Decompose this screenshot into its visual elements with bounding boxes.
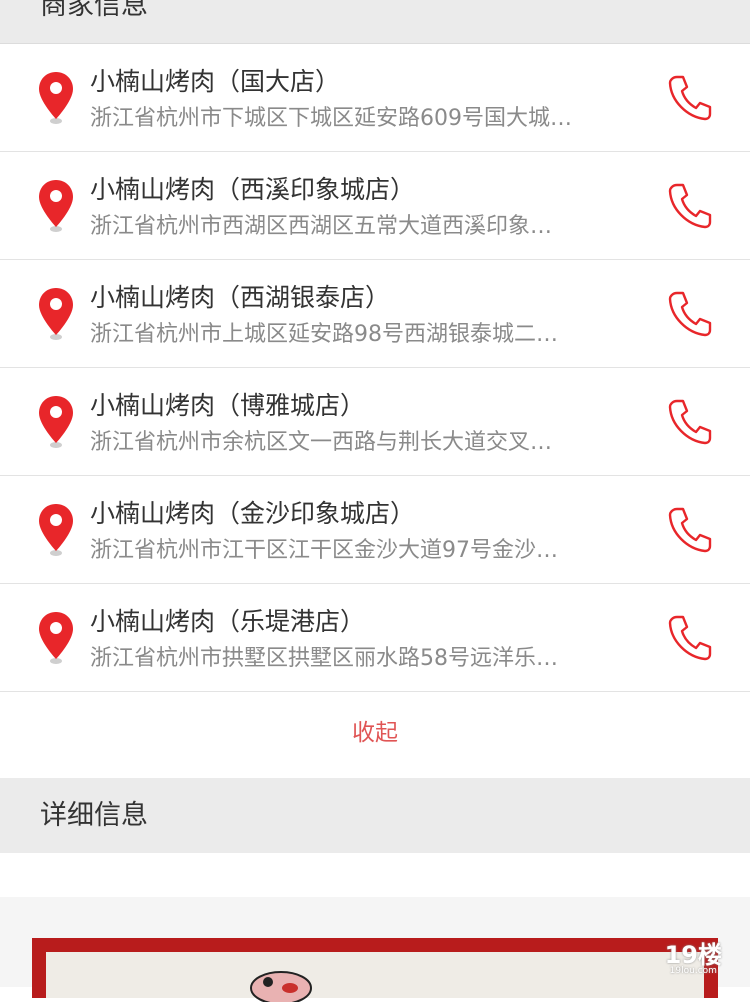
phone-icon[interactable] bbox=[668, 614, 712, 662]
phone-icon[interactable] bbox=[668, 290, 712, 338]
store-list: 小楠山烤肉（国大店） 浙江省杭州市下城区下城区延安路609号国大城… 小楠山烤肉… bbox=[0, 44, 750, 692]
store-row[interactable]: 小楠山烤肉（西湖银泰店） 浙江省杭州市上城区延安路98号西湖银泰城二… bbox=[0, 260, 750, 368]
site-watermark: 19楼 19lou.com bbox=[665, 935, 722, 976]
map-pin-icon bbox=[39, 396, 73, 448]
store-row[interactable]: 小楠山烤肉（西溪印象城店） 浙江省杭州市西湖区西湖区五常大道西溪印象… bbox=[0, 152, 750, 260]
store-name: 小楠山烤肉（金沙印象城店） bbox=[90, 499, 416, 528]
store-name: 小楠山烤肉（西湖银泰店） bbox=[90, 283, 391, 312]
store-photo-inner bbox=[46, 952, 704, 1002]
store-address: 浙江省杭州市西湖区西湖区五常大道西溪印象… bbox=[90, 214, 553, 239]
map-pin-icon bbox=[39, 288, 73, 340]
map-pin-icon bbox=[39, 180, 73, 232]
store-name: 小楠山烤肉（博雅城店） bbox=[90, 391, 366, 420]
collapse-area: 收起 bbox=[0, 692, 750, 778]
store-row[interactable]: 小楠山烤肉（金沙印象城店） 浙江省杭州市江干区江干区金沙大道97号金沙… bbox=[0, 476, 750, 584]
store-row[interactable]: 小楠山烤肉（乐堤港店） 浙江省杭州市拱墅区拱墅区丽水路58号远洋乐… bbox=[0, 584, 750, 692]
detail-content: 19楼 19lou.com bbox=[0, 897, 750, 1002]
merchant-info-title: 商家信息 bbox=[40, 0, 148, 21]
store-row[interactable]: 小楠山烤肉（国大店） 浙江省杭州市下城区下城区延安路609号国大城… bbox=[0, 44, 750, 152]
merchant-info-header: 商家信息 bbox=[0, 0, 750, 44]
map-pin-icon bbox=[39, 72, 73, 124]
store-photo bbox=[32, 938, 718, 1002]
map-pin-icon bbox=[39, 504, 73, 556]
detail-info-title: 详细信息 bbox=[40, 800, 148, 831]
store-address: 浙江省杭州市拱墅区拱墅区丽水路58号远洋乐… bbox=[90, 646, 558, 671]
phone-icon[interactable] bbox=[668, 506, 712, 554]
map-pin-icon bbox=[39, 612, 73, 664]
phone-icon[interactable] bbox=[668, 182, 712, 230]
watermark-sub: 19lou.com bbox=[669, 966, 717, 976]
pig-illustration bbox=[250, 971, 312, 1002]
store-address: 浙江省杭州市江干区江干区金沙大道97号金沙… bbox=[90, 538, 558, 563]
phone-icon[interactable] bbox=[668, 74, 712, 122]
store-address: 浙江省杭州市余杭区文一西路与荆长大道交叉… bbox=[90, 430, 553, 455]
store-address: 浙江省杭州市下城区下城区延安路609号国大城… bbox=[90, 106, 572, 131]
phone-icon[interactable] bbox=[668, 398, 712, 446]
store-name: 小楠山烤肉（国大店） bbox=[90, 67, 341, 96]
spacer bbox=[0, 853, 750, 897]
detail-info-header: 详细信息 bbox=[0, 778, 750, 853]
watermark-main: 19楼 bbox=[664, 941, 722, 969]
store-name: 小楠山烤肉（西溪印象城店） bbox=[90, 175, 416, 204]
store-row[interactable]: 小楠山烤肉（博雅城店） 浙江省杭州市余杭区文一西路与荆长大道交叉… bbox=[0, 368, 750, 476]
collapse-button[interactable]: 收起 bbox=[352, 720, 398, 746]
store-name: 小楠山烤肉（乐堤港店） bbox=[90, 607, 366, 636]
store-address: 浙江省杭州市上城区延安路98号西湖银泰城二… bbox=[90, 322, 558, 347]
